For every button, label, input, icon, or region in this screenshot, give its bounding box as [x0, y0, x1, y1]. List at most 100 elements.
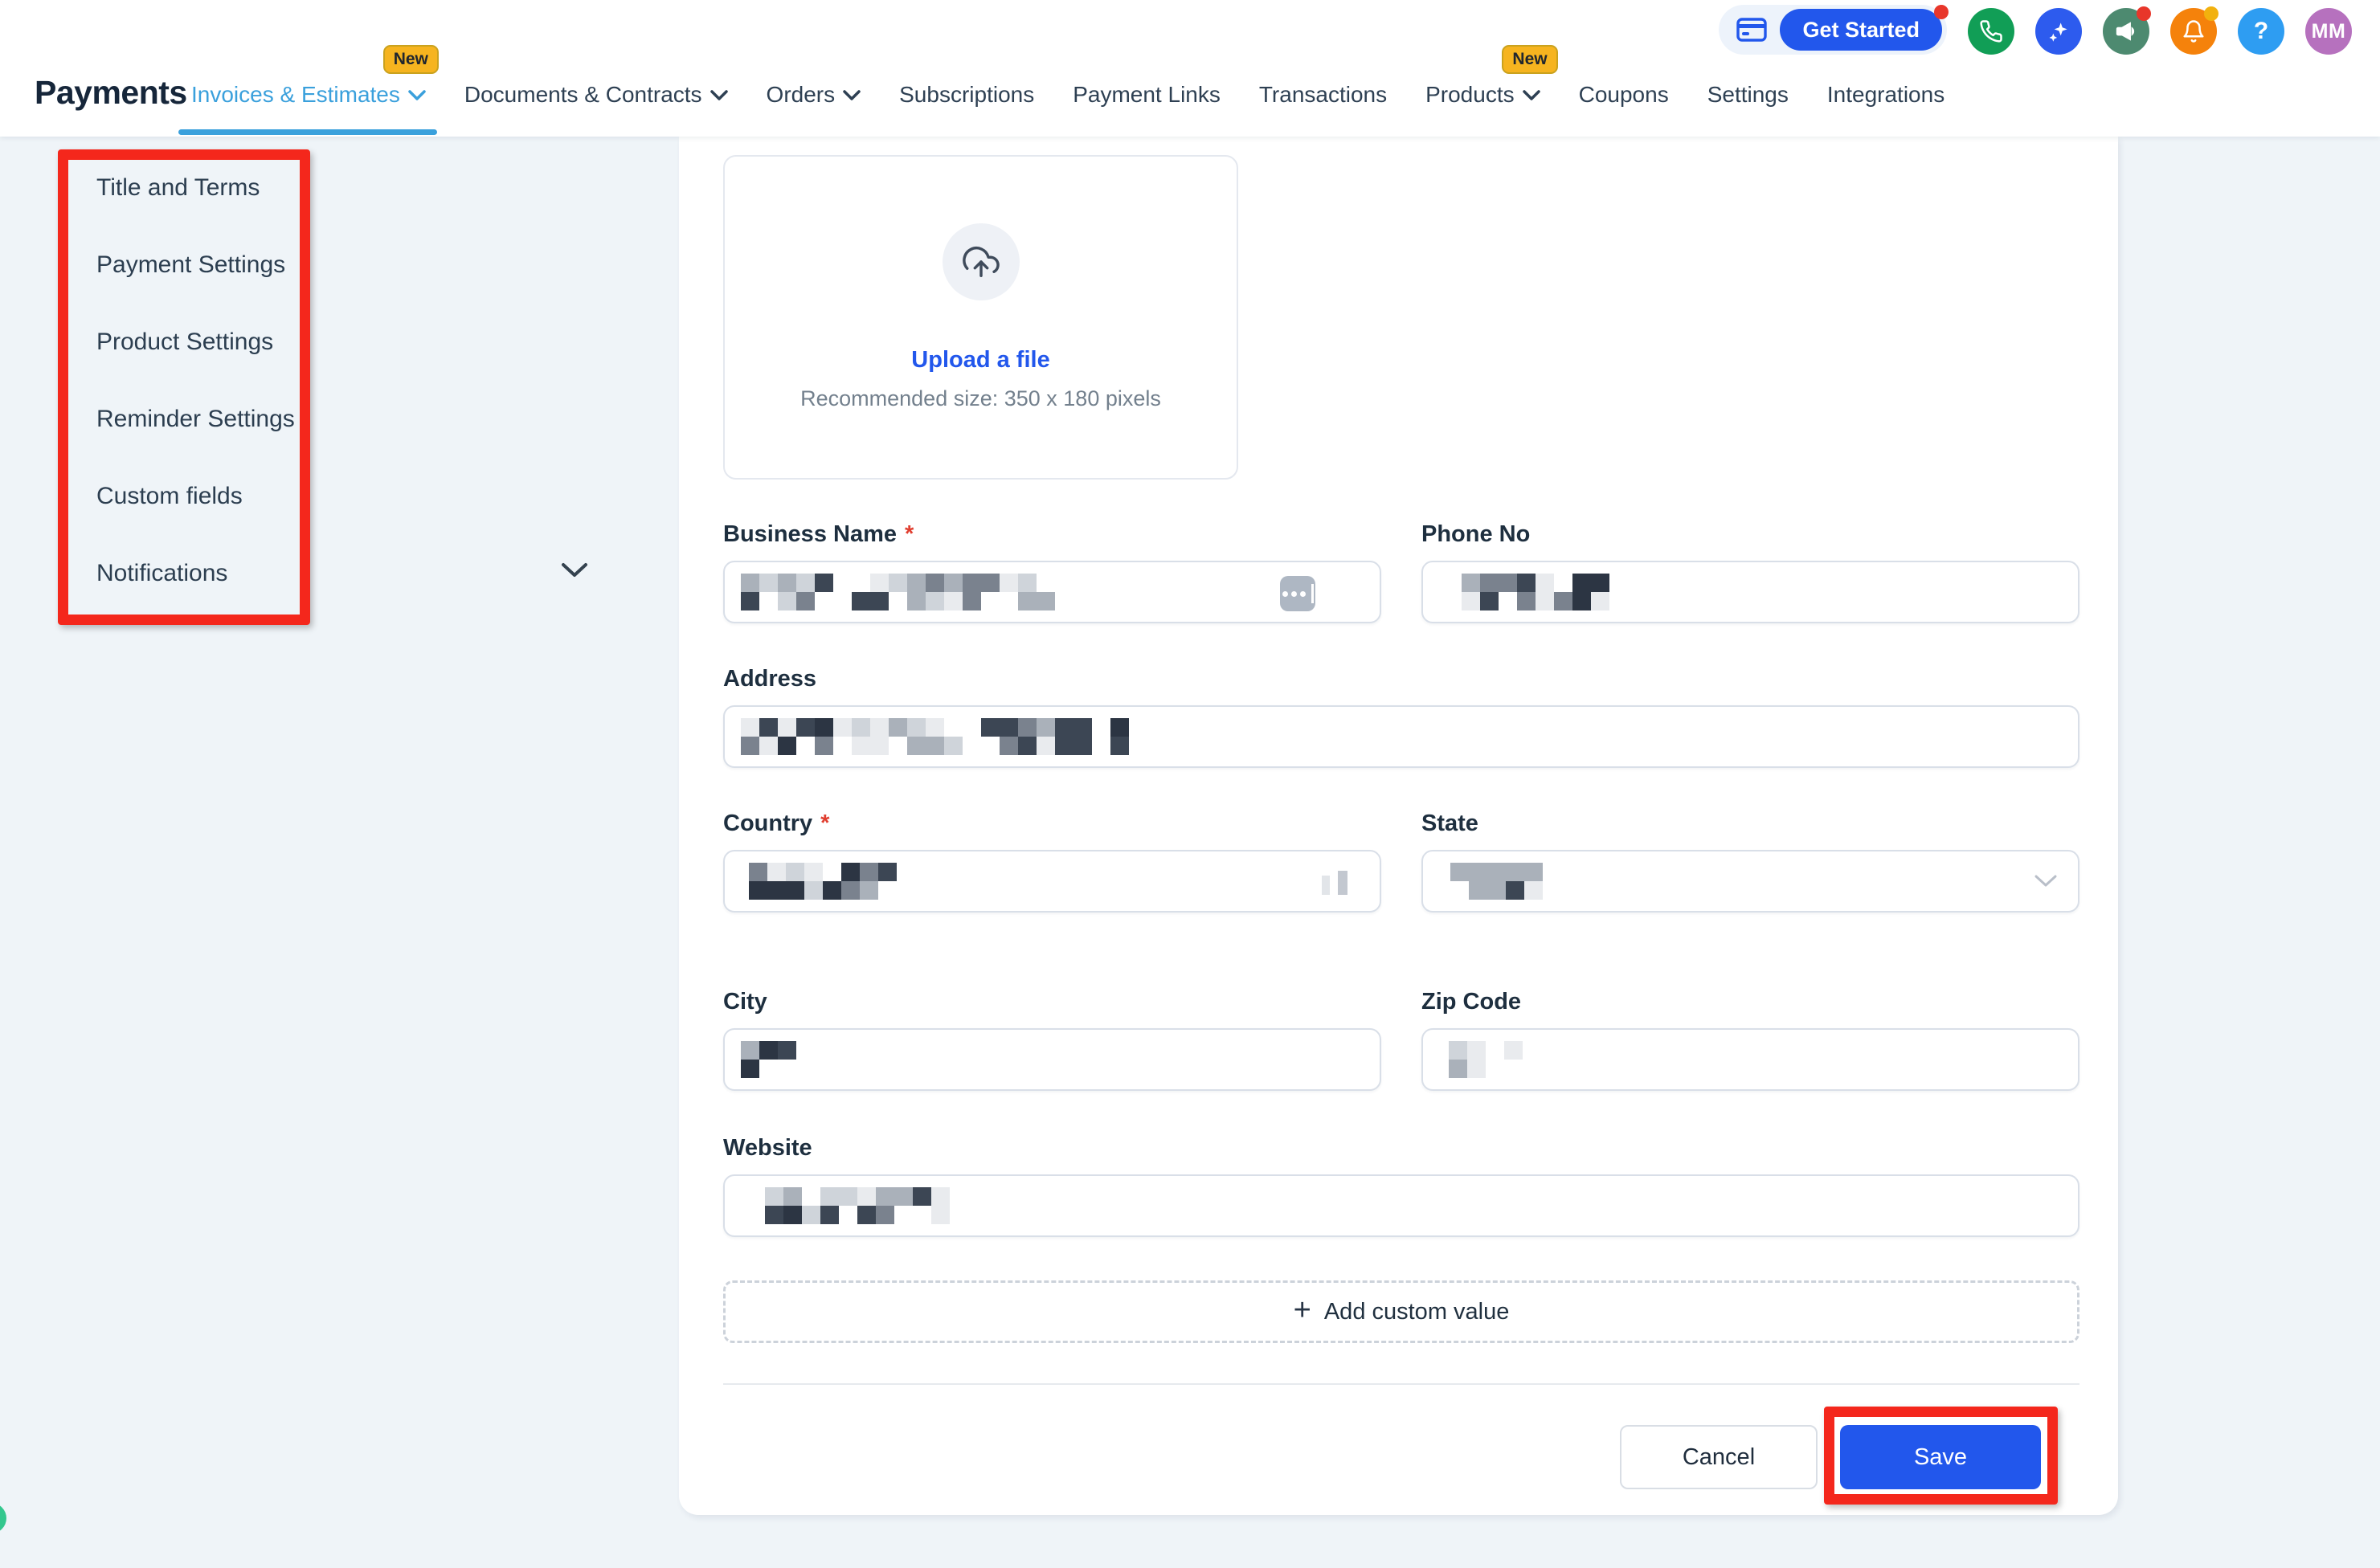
sidebar-item-payment-settings[interactable]: Payment Settings	[96, 227, 295, 304]
sidebar-item-product-settings[interactable]: Product Settings	[96, 304, 295, 381]
business-name-input[interactable]	[723, 561, 1381, 623]
field-label: Website	[723, 1134, 2079, 1162]
redacted-value	[749, 863, 897, 900]
new-badge: New	[383, 45, 439, 74]
zip-input[interactable]	[1421, 1028, 2079, 1091]
credit-card-icon	[1736, 18, 1767, 42]
tab-payment-links[interactable]: Payment Links	[1073, 79, 1221, 137]
address-field: Address	[723, 665, 2079, 768]
phone-icon	[1979, 19, 2003, 43]
chevron-down-icon	[561, 562, 588, 578]
address-input[interactable]	[723, 705, 2079, 768]
redacted-value	[741, 1041, 796, 1078]
sidebar-collapse-chevron[interactable]	[561, 562, 588, 582]
sidebar-item-label: Custom fields	[96, 483, 243, 510]
sidebar-item-label: Title and Terms	[96, 174, 260, 202]
new-badge: New	[1502, 45, 1557, 74]
redacted-value	[741, 718, 1129, 755]
tab-label: Products	[1425, 79, 1515, 111]
announcements-button[interactable]	[2103, 8, 2149, 55]
sidebar-item-notifications[interactable]: Notifications	[96, 535, 295, 612]
tab-documents-contracts[interactable]: Documents & Contracts	[464, 79, 728, 137]
tab-label: Transactions	[1259, 79, 1387, 111]
sidebar-item-title-and-terms[interactable]: Title and Terms	[96, 149, 295, 227]
bell-icon	[2182, 19, 2206, 43]
phone-input[interactable]	[1421, 561, 2079, 623]
chat-widget-bubble[interactable]	[0, 1503, 6, 1533]
redacted-value	[765, 1187, 950, 1224]
cancel-button[interactable]: Cancel	[1620, 1425, 1818, 1489]
business-name-field: Business Name *	[723, 521, 1381, 623]
zip-field: Zip Code	[1421, 988, 2079, 1091]
field-label: City	[723, 988, 1381, 1015]
phone-button[interactable]	[1968, 8, 2014, 55]
tab-label: Subscriptions	[899, 79, 1034, 111]
required-asterisk: *	[905, 521, 914, 548]
redacted-fragment	[1322, 876, 1330, 895]
website-field: Website	[723, 1134, 2079, 1237]
help-button[interactable]: ?	[2238, 8, 2284, 55]
active-tab-underline	[178, 129, 437, 135]
notification-dot	[2137, 6, 2151, 21]
business-info-card: Upload a file Recommended size: 350 x 18…	[679, 137, 2118, 1515]
redacted-value	[1449, 1041, 1523, 1078]
form-actions: Cancel Save	[723, 1425, 2079, 1489]
get-started-button[interactable]: Get Started	[1780, 9, 1942, 51]
city-field: City	[723, 988, 1381, 1091]
chevron-down-icon	[2034, 875, 2057, 888]
add-custom-value-label: Add custom value	[1324, 1299, 1510, 1325]
field-label-text: Business Name	[723, 521, 897, 548]
field-label: State	[1421, 810, 2079, 837]
upload-file-link[interactable]: Upload a file	[911, 347, 1049, 374]
sparkles-icon	[2046, 18, 2071, 44]
tab-subscriptions[interactable]: Subscriptions	[899, 79, 1034, 137]
tab-settings[interactable]: Settings	[1707, 79, 1789, 137]
cloud-upload-icon	[963, 243, 1000, 280]
field-label: Phone No	[1421, 521, 2079, 548]
tab-invoices-estimates[interactable]: New Invoices & Estimates	[191, 79, 426, 137]
field-label-text: State	[1421, 810, 1478, 837]
sidebar-item-reminder-settings[interactable]: Reminder Settings	[96, 381, 295, 458]
footer-divider	[723, 1383, 2079, 1385]
sidebar-item-custom-fields[interactable]: Custom fields	[96, 458, 295, 535]
field-label-text: Country	[723, 810, 812, 837]
tab-label: Payment Links	[1073, 79, 1221, 111]
state-select[interactable]	[1421, 850, 2079, 913]
tab-integrations[interactable]: Integrations	[1827, 79, 1944, 137]
get-started-pill[interactable]: Get Started	[1719, 5, 1947, 55]
tab-label: Coupons	[1579, 79, 1669, 111]
field-label: Zip Code	[1421, 988, 2079, 1015]
add-custom-value-button[interactable]: + Add custom value	[723, 1280, 2079, 1343]
field-label-text: Zip Code	[1421, 988, 1521, 1015]
field-label: Address	[723, 665, 2079, 692]
required-asterisk: *	[820, 810, 829, 837]
state-field: State	[1421, 810, 2079, 913]
ai-assistant-button[interactable]	[2035, 8, 2082, 55]
upload-size-hint: Recommended size: 350 x 180 pixels	[800, 386, 1161, 411]
tab-label: Documents & Contracts	[464, 79, 702, 111]
redacted-value	[1462, 574, 1609, 610]
notifications-button[interactable]	[2170, 8, 2217, 55]
tab-products[interactable]: New Products	[1425, 79, 1540, 137]
chevron-down-icon	[843, 90, 861, 100]
field-label-text: Address	[723, 665, 816, 692]
phone-field: Phone No	[1421, 521, 2079, 623]
tab-transactions[interactable]: Transactions	[1259, 79, 1387, 137]
country-input[interactable]	[723, 850, 1381, 913]
field-label: Business Name *	[723, 521, 1381, 548]
avatar[interactable]: MM	[2305, 8, 2352, 55]
header-actions: Get Started ? MM	[1719, 5, 2352, 55]
settings-sidebar: Title and Terms Payment Settings Product…	[96, 149, 295, 612]
logo-upload-dropzone[interactable]: Upload a file Recommended size: 350 x 18…	[723, 155, 1238, 480]
redacted-value	[741, 574, 1055, 610]
website-input[interactable]	[723, 1174, 2079, 1237]
save-button[interactable]: Save	[1840, 1425, 2041, 1489]
autofill-icon[interactable]	[1280, 576, 1315, 611]
sidebar-item-label: Reminder Settings	[96, 406, 295, 433]
plus-icon: +	[1294, 1295, 1311, 1325]
tab-coupons[interactable]: Coupons	[1579, 79, 1669, 137]
notification-dot	[1934, 5, 1949, 19]
city-input[interactable]	[723, 1028, 1381, 1091]
sidebar-item-label: Payment Settings	[96, 251, 285, 279]
tab-orders[interactable]: Orders	[767, 79, 861, 137]
